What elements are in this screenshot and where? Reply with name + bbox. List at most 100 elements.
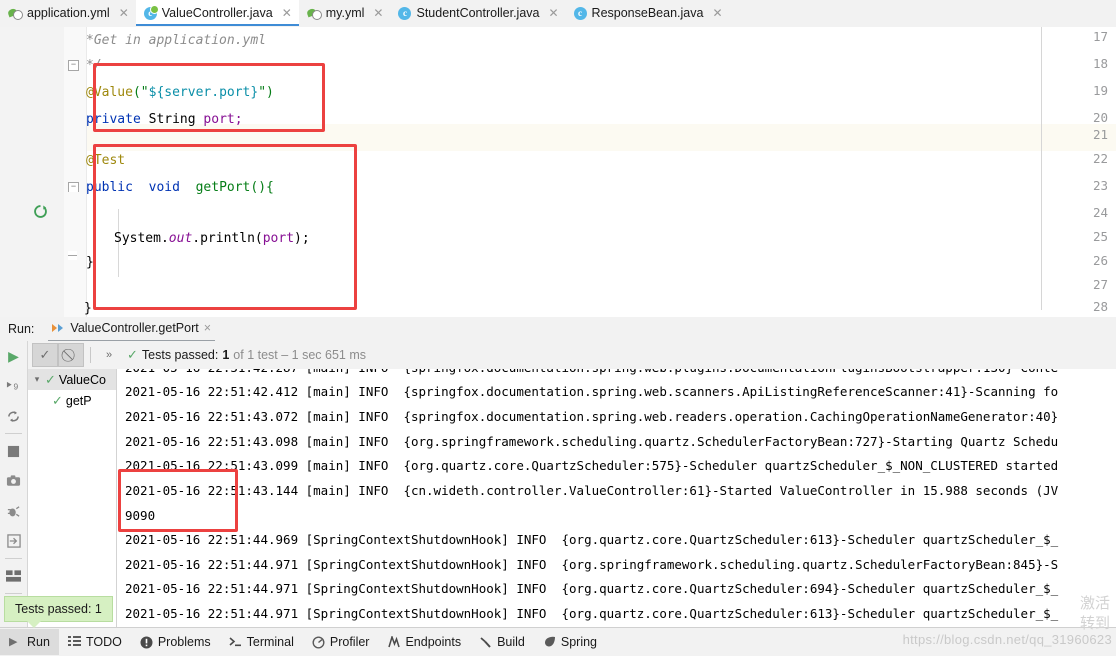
string-close: ") [258,85,274,100]
run-configuration-icon [52,322,65,335]
editor-tab-my-yml[interactable]: my.yml ✕ [299,0,391,26]
check-icon: ✓ [127,347,138,362]
run-icon[interactable]: ▶ [0,341,27,371]
code-line-25: System.out.println(port); [86,225,310,252]
console-line: 2021-05-16 22:51:44.971 [SpringContextSh… [125,557,1059,572]
close-icon[interactable]: ✕ [282,7,292,19]
close-icon[interactable]: ✕ [548,7,558,19]
close-icon[interactable]: ✕ [712,7,722,19]
close-icon[interactable]: × [204,321,211,335]
statusbar-item-build[interactable]: Build [470,629,534,655]
terminal-icon [229,636,242,649]
code-line-20: private String port; [86,106,243,133]
keyword-public: public [86,180,133,195]
fold-collapse-icon[interactable]: − [68,60,79,71]
code-line-19: @Value("${server.port}") [86,79,274,106]
problems-icon [140,636,153,649]
editor-tab-bar: application.yml ✕ ValueController.java ✕… [0,0,1116,28]
fold-end-icon[interactable] [68,251,77,260]
spring-leaf-glyph [544,636,555,646]
code-editor[interactable]: 17 18 19 20 21 22 23 24 25 26 27 28 − − … [0,27,1116,317]
profiler-icon [312,635,325,649]
keyword-void: void [148,180,180,195]
expand-toolbar-button[interactable]: » [97,344,121,366]
statusbar-item-profiler[interactable]: Profiler [303,629,379,655]
editor-tab-label: ResponseBean.java [591,6,704,20]
run-side-toolbar: ▶ 9 [0,341,28,627]
run-icon: ▶ [9,635,18,648]
code-line-28: } [84,295,92,317]
test-tree-row-method[interactable]: ✓ getP [28,390,116,411]
console-line: 2021-05-16 22:51:44.971 [SpringContextSh… [125,606,1059,621]
editor-tab-label: application.yml [27,6,110,20]
statement-end: ); [294,231,310,246]
rerun-automatically-icon[interactable] [0,401,27,431]
editor-tab-valuecontroller-java[interactable]: ValueController.java ✕ [135,0,299,26]
rerun-failed-icon[interactable]: 9 [0,371,27,401]
watermark-cjk-line1: 激活 [1079,595,1110,612]
export-snapshot-icon[interactable] [0,466,27,496]
code-line-17: *Get in application.yml [86,27,266,54]
java-test-class-icon [143,4,159,20]
println-token: .println( [192,231,263,246]
annotation-test: @Test [86,153,126,168]
console-line: 2021-05-16 22:51:42.412 [main] INFO {spr… [125,384,1059,399]
static-field-out: out [168,231,193,246]
svg-text:9: 9 [14,381,19,391]
run-test-gutter-icon[interactable] [33,204,48,219]
layout-glyph [6,570,21,582]
debug-icon[interactable] [0,496,27,526]
statusbar-label: Spring [560,635,598,649]
tests-passed-count: 1 [222,348,230,362]
fold-collapse-icon[interactable]: − [68,182,79,192]
statusbar-label: TODO [85,635,122,649]
test-tree-label: ValueCo [58,372,106,387]
statusbar-item-endpoints[interactable]: Endpoints [378,629,470,655]
yml-file-icon [8,6,23,20]
statusbar-label: Endpoints [405,635,462,649]
statusbar-item-spring[interactable]: Spring [534,629,606,655]
statusbar-label: Profiler [329,635,370,649]
statusbar-item-problems[interactable]: Problems [131,629,220,655]
editor-tab-application-yml[interactable]: application.yml ✕ [0,0,136,26]
code-comment: */ [86,58,102,73]
rerun-failed-glyph: 9 [6,381,19,391]
close-icon[interactable]: ✕ [119,7,129,19]
bug-glyph [7,505,20,517]
ignore-tests-toggle[interactable]: ⃠ [58,343,84,367]
method-name-getport: getPort(){ [195,180,274,195]
run-configuration-tab[interactable]: ValueController.getPort × [48,317,216,342]
code-line-26: } [86,249,94,276]
test-results-tree[interactable]: ▾ ✓ ValueCo ✓ getP [28,369,117,627]
layout-settings-icon[interactable] [0,561,27,591]
close-icon[interactable]: ✕ [373,7,383,19]
import-tests-icon[interactable] [0,526,27,556]
argument-port: port [262,231,295,246]
closing-brace: } [84,301,92,316]
code-line-18: */ [86,52,102,79]
tests-passed-suffix: of 1 test – 1 sec 651 ms [233,348,367,362]
todo-glyph [67,635,81,646]
stop-icon[interactable] [0,436,27,466]
idea-window: application.yml ✕ ValueController.java ✕… [0,0,1116,656]
console-line: 2021-05-16 22:51:43.099 [main] INFO {org… [125,458,1059,473]
camera-glyph [6,475,21,486]
toolbar-separator [90,347,91,363]
divider [5,558,22,559]
run-label: Run: [8,322,35,336]
code-text-area[interactable]: *Get in application.yml */ @Value("${ser… [84,27,1116,317]
test-tree-row-class[interactable]: ▾ ✓ ValueCo [28,369,116,390]
editor-tab-studentcontroller-java[interactable]: StudentController.java ✕ [390,0,565,26]
editor-gutter[interactable] [0,27,65,317]
divider [5,593,22,594]
statusbar-item-terminal[interactable]: Terminal [220,629,303,655]
statusbar-item-run[interactable]: ▶ Run [0,629,59,655]
editor-tab-responsebean-java[interactable]: ResponseBean.java ✕ [566,0,730,26]
hammer-glyph [480,636,491,648]
closing-brace: } [86,255,94,270]
console-output[interactable]: 2021-05-16 22:51:42.287 [main] INFO {spr… [117,369,1116,627]
show-passed-toggle[interactable]: ✓ [32,343,58,367]
chevron-down-icon[interactable]: ▾ [32,374,42,385]
editor-tab-label: StudentController.java [416,6,540,20]
statusbar-item-todo[interactable]: TODO [59,629,131,655]
